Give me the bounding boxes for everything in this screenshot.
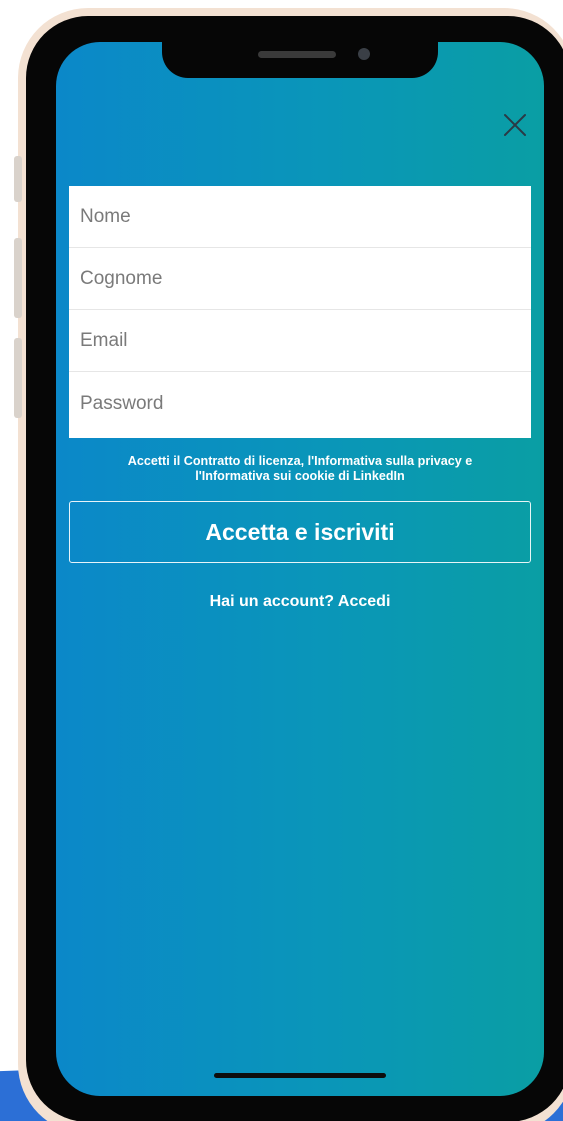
legal-separator-1: , xyxy=(300,454,308,468)
volume-up-button xyxy=(14,238,22,318)
license-agreement-link[interactable]: Contratto di licenza xyxy=(184,454,301,468)
privacy-policy-link[interactable]: l'Informativa sulla privacy xyxy=(308,454,462,468)
home-indicator xyxy=(214,1073,386,1078)
stage: Accetti il Contratto di licenza, l'Infor… xyxy=(0,0,563,1121)
cookie-policy-link[interactable]: l'Informativa sui cookie xyxy=(195,469,334,483)
accept-and-join-button[interactable]: Accetta e iscriviti xyxy=(69,501,531,563)
email-row xyxy=(69,310,531,372)
last-name-row xyxy=(69,248,531,310)
mute-switch xyxy=(14,156,22,202)
legal-separator-2: e xyxy=(461,454,473,468)
last-name-input[interactable] xyxy=(69,248,531,309)
first-name-row xyxy=(69,186,531,248)
phone-screen: Accetti il Contratto di licenza, l'Infor… xyxy=(56,42,544,1096)
password-input[interactable] xyxy=(69,372,531,436)
password-row xyxy=(69,372,531,436)
notch xyxy=(162,42,438,78)
front-camera xyxy=(358,48,370,60)
volume-down-button xyxy=(14,338,22,418)
close-button[interactable] xyxy=(502,112,528,138)
legal-suffix: di LinkedIn xyxy=(334,469,405,483)
speaker-grille xyxy=(258,51,336,58)
signup-form xyxy=(69,186,531,438)
signin-prompt: Hai un account? Accedi xyxy=(69,593,531,611)
close-icon xyxy=(504,114,526,136)
has-account-text: Hai un account? xyxy=(209,593,335,610)
signin-link[interactable]: Accedi xyxy=(338,593,390,610)
legal-prefix: Accetti il xyxy=(127,454,184,468)
first-name-input[interactable] xyxy=(69,186,531,247)
legal-notice: Accetti il Contratto di licenza, l'Infor… xyxy=(69,454,531,484)
email-input[interactable] xyxy=(69,310,531,371)
